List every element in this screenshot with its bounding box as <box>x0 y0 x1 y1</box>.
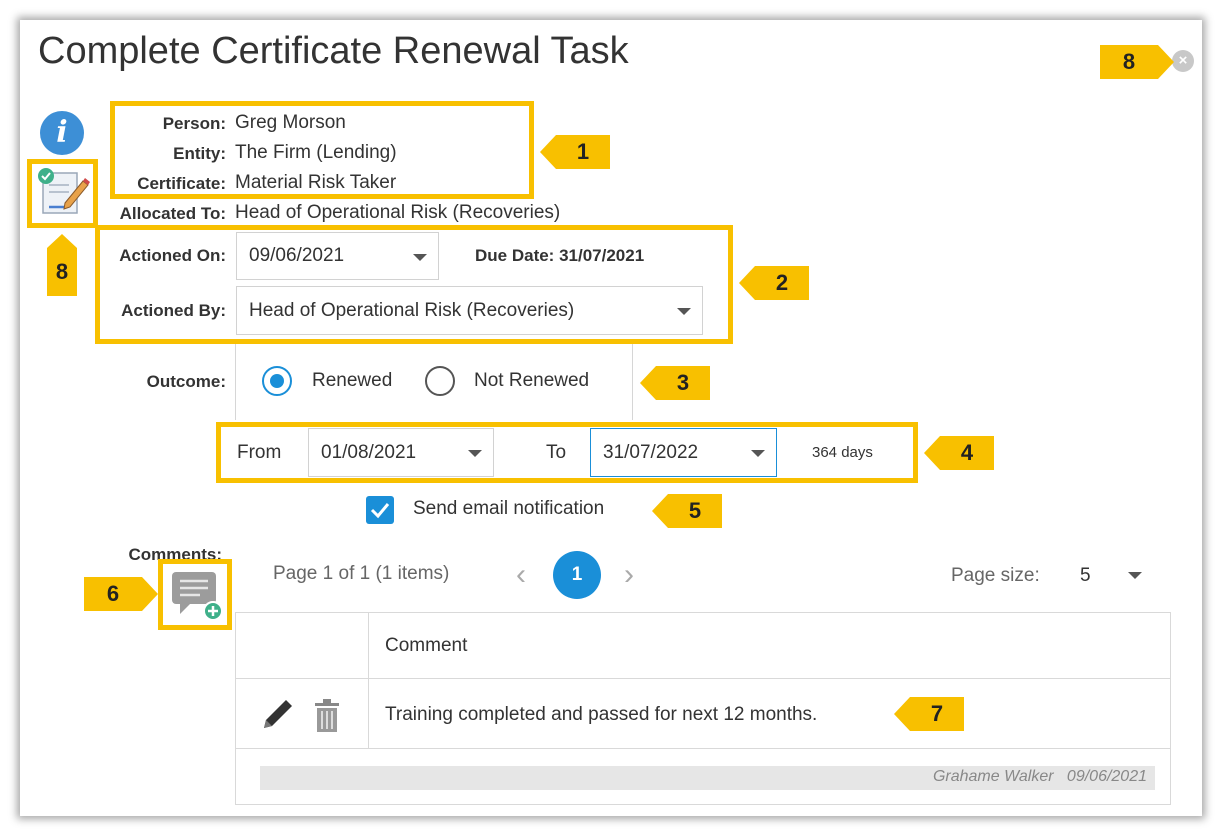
next-page-icon[interactable]: › <box>624 558 634 592</box>
actioned-by-dropdown[interactable]: Head of Operational Risk (Recoveries) <box>236 286 703 335</box>
actioned-by-label: Actioned By: <box>121 301 226 320</box>
radio-renewed-label[interactable]: Renewed <box>312 370 392 392</box>
grid-header-divider <box>235 678 1171 679</box>
callout-7: 7 <box>894 697 964 731</box>
grid-row-divider <box>235 748 1171 749</box>
callout-8-edit: 8 <box>47 234 77 296</box>
comment-meta: Grahame Walker 09/06/2021 <box>933 768 1147 786</box>
chevron-down-icon[interactable] <box>1128 572 1142 579</box>
from-datepicker[interactable]: 01/08/2021 <box>308 428 494 477</box>
callout-8-close: 8 <box>1100 45 1174 79</box>
chevron-down-icon[interactable] <box>468 450 482 457</box>
trash-icon[interactable] <box>312 698 342 734</box>
checkmark-icon <box>370 503 390 519</box>
send-email-checkbox[interactable] <box>366 496 394 524</box>
prev-page-icon[interactable]: ‹ <box>516 558 526 592</box>
callout-3: 3 <box>640 366 710 400</box>
entity-label: Entity: <box>173 144 226 163</box>
edit-document-icon[interactable] <box>35 167 91 219</box>
due-date: Due Date: 31/07/2021 <box>475 246 645 265</box>
duration-text: 364 days <box>812 444 873 461</box>
callout-1: 1 <box>540 135 610 169</box>
callout-6: 6 <box>84 577 158 611</box>
page-1-button[interactable]: 1 <box>553 551 601 599</box>
close-icon[interactable]: × <box>1172 50 1194 72</box>
actioned-on-value: 09/06/2021 <box>249 245 345 266</box>
radio-renewed[interactable] <box>262 366 292 396</box>
comment-date: 09/06/2021 <box>1066 768 1147 785</box>
info-icon: i <box>40 111 84 155</box>
callout-2: 2 <box>739 266 809 300</box>
to-value: 31/07/2022 <box>603 441 699 463</box>
chevron-down-icon[interactable] <box>751 450 765 457</box>
comment-meta-bar: Grahame Walker 09/06/2021 <box>260 766 1155 790</box>
entity-value: The Firm (Lending) <box>235 142 397 163</box>
outcome-divider-right <box>632 344 633 420</box>
from-value: 01/08/2021 <box>321 441 417 463</box>
pencil-icon[interactable] <box>258 698 296 732</box>
allocated-to-label: Allocated To: <box>119 204 226 223</box>
actioned-by-value: Head of Operational Risk (Recoveries) <box>249 299 575 321</box>
outcome-label: Outcome: <box>146 372 226 391</box>
allocated-to-value: Head of Operational Risk (Recoveries) <box>235 202 561 223</box>
add-comment-icon[interactable] <box>168 568 224 622</box>
comment-author: Grahame Walker <box>932 768 1054 785</box>
chevron-down-icon[interactable] <box>413 254 427 261</box>
chevron-down-icon[interactable] <box>677 308 691 315</box>
comment-text: Training completed and passed for next 1… <box>385 704 818 725</box>
send-email-label[interactable]: Send email notification <box>413 498 604 520</box>
actioned-on-datepicker[interactable]: 09/06/2021 <box>236 232 439 280</box>
to-datepicker[interactable]: 31/07/2022 <box>590 428 777 477</box>
radio-not-renewed-label[interactable]: Not Renewed <box>474 370 589 392</box>
page-size-value[interactable]: 5 <box>1080 565 1091 587</box>
person-label: Person: <box>162 114 226 133</box>
pager-summary: Page 1 of 1 (1 items) <box>273 563 450 584</box>
actioned-on-label: Actioned On: <box>119 246 226 265</box>
radio-not-renewed[interactable] <box>425 366 455 396</box>
radio-dot <box>270 374 284 388</box>
page-size-label: Page size: <box>951 565 1040 586</box>
to-label: To <box>546 442 567 463</box>
callout-4: 4 <box>924 436 994 470</box>
outcome-divider-left <box>235 344 236 420</box>
certificate-value: Material Risk Taker <box>235 172 397 193</box>
grid-column-divider <box>368 612 369 748</box>
certificate-label: Certificate: <box>137 174 226 193</box>
from-label: From <box>237 442 282 463</box>
callout-5: 5 <box>652 494 722 528</box>
comment-column-header[interactable]: Comment <box>385 635 467 657</box>
dialog-title: Complete Certificate Renewal Task <box>38 30 629 72</box>
person-value: Greg Morson <box>235 112 346 133</box>
